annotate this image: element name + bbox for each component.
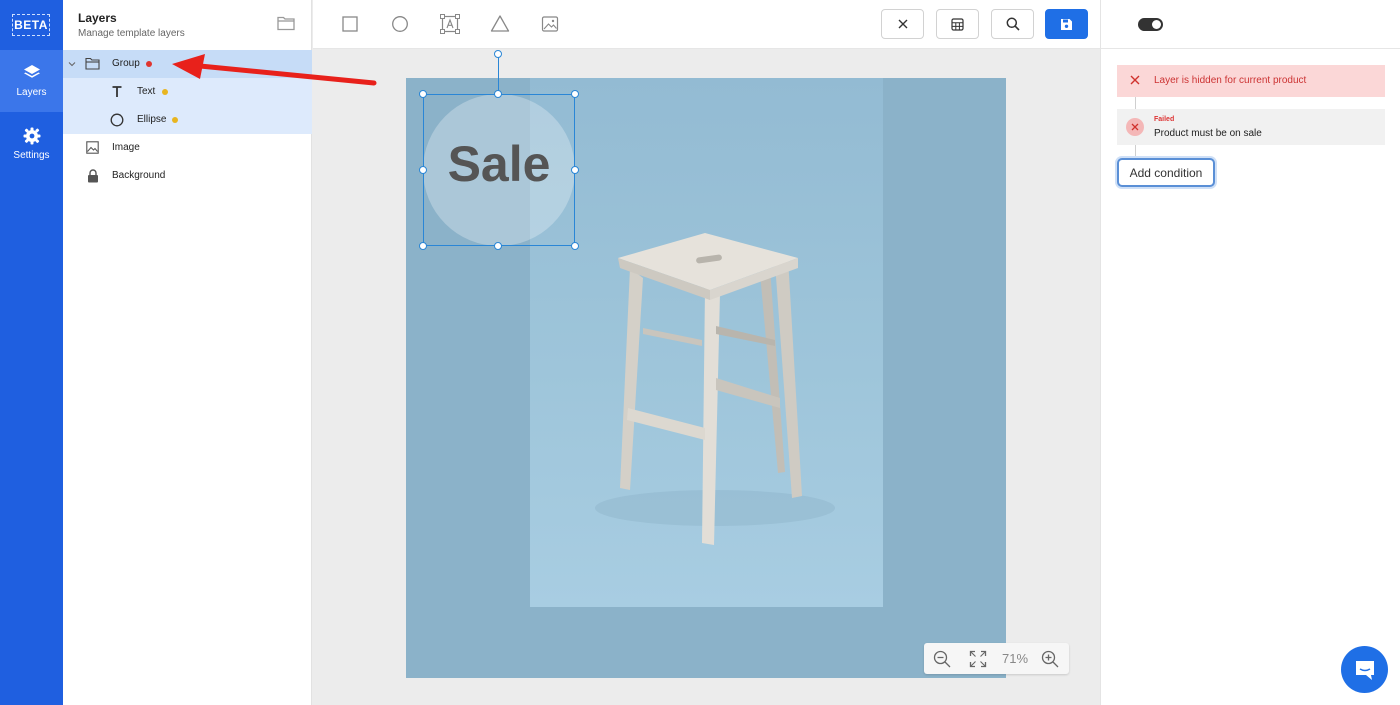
toggle-knob <box>1152 20 1161 29</box>
gear-icon <box>23 127 40 145</box>
triangle-icon[interactable] <box>490 13 510 35</box>
ellipse-icon[interactable] <box>391 13 409 35</box>
folder-icon <box>277 16 295 31</box>
layers-subtitle: Manage template layers <box>78 28 185 39</box>
resize-handle-bl[interactable] <box>419 242 427 250</box>
layers-header: Layers Manage template layers <box>78 11 185 39</box>
hidden-layer-alert: Layer is hidden for current product <box>1117 65 1385 97</box>
condition-status: Failed <box>1154 116 1175 123</box>
table-button[interactable] <box>936 9 979 39</box>
add-group-button[interactable] <box>277 15 295 36</box>
beta-badge: BETA <box>12 14 50 36</box>
stool-illustration <box>595 233 835 545</box>
failed-badge <box>1126 118 1144 136</box>
zoom-out-icon[interactable] <box>933 650 951 668</box>
ellipse-icon <box>110 113 124 127</box>
image-icon[interactable] <box>541 13 559 35</box>
save-button[interactable] <box>1045 9 1088 39</box>
close-icon <box>1130 75 1140 85</box>
search-button[interactable] <box>991 9 1034 39</box>
resize-handle-tr[interactable] <box>571 90 579 98</box>
rotation-line <box>498 55 499 94</box>
close-button[interactable] <box>881 9 924 39</box>
selection-box <box>423 94 575 246</box>
resize-handle-b[interactable] <box>494 242 502 250</box>
layer-label: Background <box>112 170 166 181</box>
layer-row-image[interactable]: Image <box>63 134 312 162</box>
resize-handle-l[interactable] <box>419 166 427 174</box>
panel-header <box>1101 0 1400 49</box>
add-condition-button[interactable]: Add condition <box>1117 158 1215 187</box>
layers-title: Layers <box>78 11 117 25</box>
resize-handle-tl[interactable] <box>419 90 427 98</box>
layer-label: Image <box>112 142 140 153</box>
layers-panel: Layers Manage template layers Group Text <box>63 0 312 705</box>
connector-line <box>1135 145 1136 158</box>
alert-text: Layer is hidden for current product <box>1154 75 1307 86</box>
image-icon <box>86 141 99 154</box>
layer-label: Ellipse <box>137 114 167 125</box>
search-icon <box>1006 17 1020 31</box>
condition-text: Product must be on sale <box>1154 128 1262 139</box>
close-icon <box>1131 123 1139 131</box>
table-icon <box>951 17 964 31</box>
resize-handle-br[interactable] <box>571 242 579 250</box>
status-dot-red <box>146 61 152 67</box>
rail-item-layers[interactable]: Layers <box>0 50 63 112</box>
rail-item-label: Settings <box>13 150 50 161</box>
annotation-arrow <box>172 54 377 86</box>
save-icon <box>1061 18 1072 30</box>
chat-icon <box>1355 660 1374 680</box>
toolbar <box>313 0 1100 49</box>
close-icon <box>898 19 907 29</box>
resize-handle-r[interactable] <box>571 166 579 174</box>
rail-item-settings[interactable]: Settings <box>0 113 63 175</box>
zoom-control: 71% <box>924 643 1069 674</box>
layer-row-ellipse[interactable]: Ellipse <box>63 106 312 134</box>
layer-label: Text <box>137 86 156 97</box>
nav-rail: BETA Layers Settings <box>0 0 63 705</box>
text-icon <box>112 86 122 97</box>
zoom-in-icon[interactable] <box>1041 650 1059 668</box>
fit-screen-icon[interactable] <box>969 650 987 668</box>
status-dot-yellow <box>172 117 178 123</box>
rail-item-label: Layers <box>16 87 47 98</box>
rotate-handle[interactable] <box>494 50 502 58</box>
status-dot-yellow <box>162 89 168 95</box>
folder-icon <box>85 57 100 70</box>
condition-item[interactable]: Failed Product must be on sale <box>1117 109 1385 145</box>
visibility-toggle[interactable] <box>1138 18 1163 31</box>
zoom-value: 71% <box>1002 651 1029 666</box>
rectangle-icon[interactable] <box>342 13 358 35</box>
layer-row-background[interactable]: Background <box>63 162 312 190</box>
chevron-down-icon[interactable] <box>67 59 77 69</box>
text-frame-icon[interactable] <box>440 13 460 35</box>
product-image[interactable] <box>530 78 883 607</box>
lock-icon <box>88 169 98 183</box>
conditions-panel: Layer is hidden for current product Fail… <box>1100 0 1400 705</box>
chat-button[interactable] <box>1341 646 1388 693</box>
layers-icon <box>23 65 40 78</box>
resize-handle-t[interactable] <box>494 90 502 98</box>
connector-line <box>1135 97 1136 109</box>
layer-label: Group <box>112 58 140 69</box>
